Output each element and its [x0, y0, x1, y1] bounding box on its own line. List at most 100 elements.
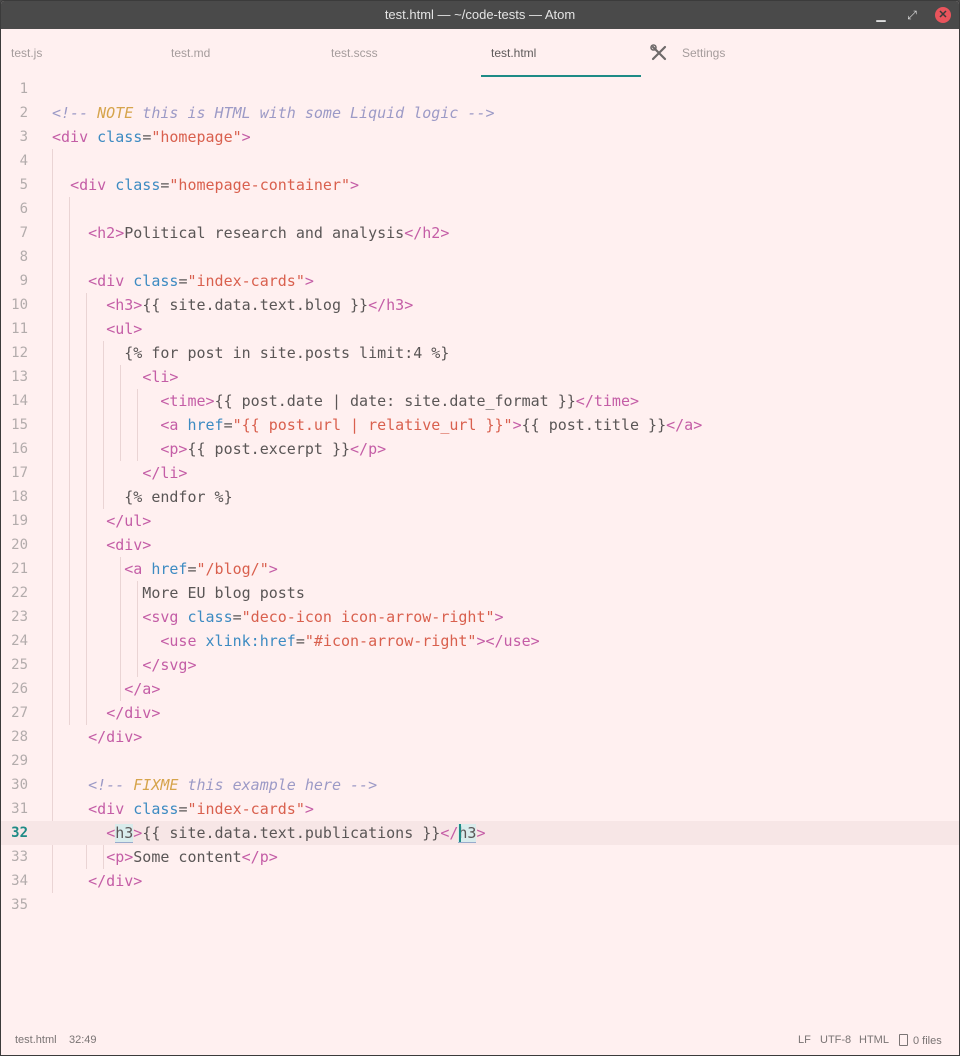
- code-line[interactable]: 33 <p>Some content</p>: [1, 845, 959, 869]
- line-number[interactable]: 17: [1, 461, 28, 485]
- code-line[interactable]: 31 <div class="index-cards">: [1, 797, 959, 821]
- code-line[interactable]: 30 <!-- FIXME this example here -->: [1, 773, 959, 797]
- code-line[interactable]: 27 </div>: [1, 701, 959, 725]
- code-line[interactable]: 19 </ul>: [1, 509, 959, 533]
- line-number[interactable]: 23: [1, 605, 28, 629]
- code-line[interactable]: 13 <li>: [1, 365, 959, 389]
- line-number[interactable]: 8: [1, 245, 28, 269]
- code-token: Political research and analysis: [124, 224, 405, 242]
- code-line[interactable]: 4: [1, 149, 959, 173]
- code-editor[interactable]: 1 2 <!-- NOTE this is HTML with some Liqui…: [1, 77, 959, 1025]
- line-code: <div class="index-cards">: [52, 269, 314, 293]
- code-token: <li>: [142, 368, 179, 386]
- line-number[interactable]: 28: [1, 725, 28, 749]
- line-number[interactable]: 3: [1, 125, 28, 149]
- line-number[interactable]: 7: [1, 221, 28, 245]
- code-line[interactable]: 25 </svg>: [1, 653, 959, 677]
- line-number[interactable]: 9: [1, 269, 28, 293]
- code-line[interactable]: 15 <a href="{{ post.url | relative_url }…: [1, 413, 959, 437]
- line-number[interactable]: 30: [1, 773, 28, 797]
- code-line[interactable]: 32 <h3>{{ site.data.text.publications }}…: [1, 821, 959, 845]
- line-number[interactable]: 21: [1, 557, 28, 581]
- status-grammar[interactable]: HTML: [859, 1034, 889, 1046]
- line-number[interactable]: 26: [1, 677, 28, 701]
- status-encoding[interactable]: UTF-8: [820, 1034, 851, 1046]
- code-line[interactable]: 29: [1, 749, 959, 773]
- code-line[interactable]: 14 <time>{{ post.date | date: site.date_…: [1, 389, 959, 413]
- line-number[interactable]: 10: [1, 293, 28, 317]
- line-number[interactable]: 12: [1, 341, 28, 365]
- code-line[interactable]: 20 <div>: [1, 533, 959, 557]
- line-number[interactable]: 11: [1, 317, 28, 341]
- line-number[interactable]: 13: [1, 365, 28, 389]
- tab-test-html[interactable]: test.html: [481, 29, 641, 77]
- status-cursor-position[interactable]: 32:49: [69, 1034, 97, 1046]
- line-number[interactable]: 19: [1, 509, 28, 533]
- code-line[interactable]: 9 <div class="index-cards">: [1, 269, 959, 293]
- line-number[interactable]: 1: [1, 77, 28, 101]
- code-line[interactable]: 23 <svg class="deco-icon icon-arrow-righ…: [1, 605, 959, 629]
- code-line[interactable]: 11 <ul>: [1, 317, 959, 341]
- tab-settings[interactable]: Settings: [642, 29, 802, 77]
- line-number[interactable]: 5: [1, 173, 28, 197]
- line-number[interactable]: 14: [1, 389, 28, 413]
- code-line[interactable]: 12 {% for post in site.posts limit:4 %}: [1, 341, 959, 365]
- line-number[interactable]: 20: [1, 533, 28, 557]
- line-number[interactable]: 25: [1, 653, 28, 677]
- code-line[interactable]: 8: [1, 245, 959, 269]
- code-line[interactable]: 2 <!-- NOTE this is HTML with some Liquid…: [1, 101, 959, 125]
- line-number[interactable]: 16: [1, 437, 28, 461]
- code-line[interactable]: 16 <p>{{ post.excerpt }}</p>: [1, 437, 959, 461]
- close-icon[interactable]: ✕: [935, 7, 951, 23]
- line-number[interactable]: 29: [1, 749, 28, 773]
- tab-test-md[interactable]: test.md: [161, 29, 321, 77]
- code-token: <!--: [52, 104, 98, 122]
- code-token: h3: [458, 824, 477, 843]
- line-number[interactable]: 35: [1, 893, 28, 917]
- maximize-icon[interactable]: ⤢: [904, 7, 920, 23]
- tab-test-scss[interactable]: test.scss: [321, 29, 481, 77]
- line-code: <div>: [52, 533, 151, 557]
- title-bar[interactable]: test.html — ~/code-tests — Atom ▁ ⤢ ✕: [1, 1, 959, 29]
- line-number[interactable]: 32: [1, 821, 28, 845]
- code-line[interactable]: 7 <h2>Political research and analysis</h…: [1, 221, 959, 245]
- line-number[interactable]: 24: [1, 629, 28, 653]
- line-number[interactable]: 31: [1, 797, 28, 821]
- code-token: <div: [88, 272, 134, 290]
- line-number[interactable]: 27: [1, 701, 28, 725]
- line-number[interactable]: 33: [1, 845, 28, 869]
- code-line[interactable]: 21 <a href="/blog/">: [1, 557, 959, 581]
- code-line[interactable]: 10 <h3>{{ site.data.text.blog }}</h3>: [1, 293, 959, 317]
- code-line[interactable]: 26 </a>: [1, 677, 959, 701]
- line-number[interactable]: 18: [1, 485, 28, 509]
- code-line[interactable]: 5 <div class="homepage-container">: [1, 173, 959, 197]
- code-line[interactable]: 18 {% endfor %}: [1, 485, 959, 509]
- line-number[interactable]: 34: [1, 869, 28, 893]
- code-line[interactable]: 3 <div class="homepage">: [1, 125, 959, 149]
- code-line[interactable]: 24 <use xlink:href="#icon-arrow-right"><…: [1, 629, 959, 653]
- line-number[interactable]: 2: [1, 101, 28, 125]
- line-number[interactable]: 15: [1, 413, 28, 437]
- status-line-ending[interactable]: LF: [798, 1034, 811, 1046]
- line-number[interactable]: 4: [1, 149, 28, 173]
- code-line[interactable]: 17 </li>: [1, 461, 959, 485]
- code-line[interactable]: 22 More EU blog posts: [1, 581, 959, 605]
- status-file-name[interactable]: test.html: [15, 1034, 57, 1046]
- minimize-icon[interactable]: ▁: [873, 7, 889, 23]
- code-line[interactable]: 1: [1, 77, 959, 101]
- code-token: <div: [88, 800, 134, 818]
- code-token: </div>: [106, 704, 161, 722]
- tab-test-js[interactable]: test.js: [1, 29, 161, 77]
- code-line[interactable]: 35: [1, 893, 959, 917]
- line-number[interactable]: 22: [1, 581, 28, 605]
- line-number[interactable]: 6: [1, 197, 28, 221]
- code-line[interactable]: 34 </div>: [1, 869, 959, 893]
- code-line[interactable]: 28 </div>: [1, 725, 959, 749]
- code-token: "#icon-arrow-right": [304, 632, 477, 650]
- code-line[interactable]: 6: [1, 197, 959, 221]
- status-git-files[interactable]: 0 files: [899, 1034, 942, 1047]
